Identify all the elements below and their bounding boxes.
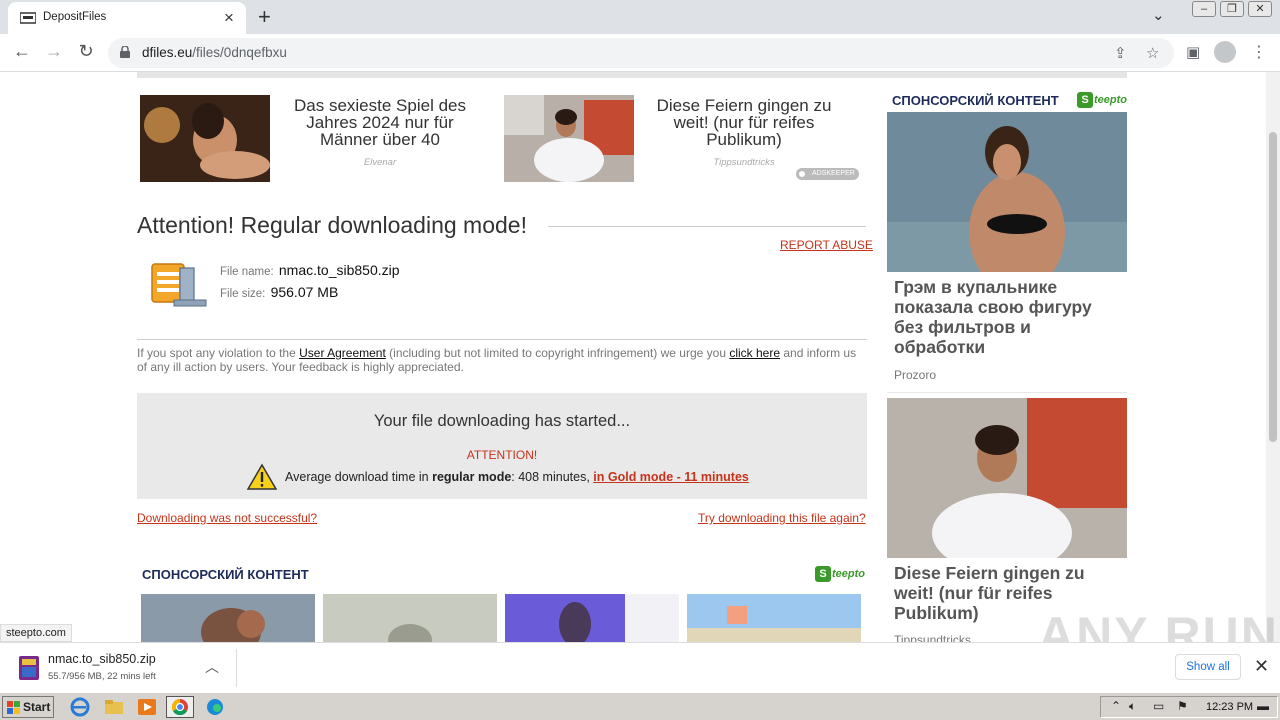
browser-toolbar: ← → ↻ dfiles.eu/files/0dnqefbxu ⇪ ☆ ▣ ⋮: [0, 34, 1280, 72]
warning-icon: [247, 463, 277, 490]
clock[interactable]: 12:23 PM: [1206, 701, 1253, 713]
window-close-icon[interactable]: ✕: [1248, 1, 1272, 17]
right-card-source-1: Prozoro: [894, 368, 937, 382]
download-status-box: Your file downloading has started... ATT…: [137, 393, 867, 499]
address-bar[interactable]: dfiles.eu/files/0dnqefbxu ⇪ ☆: [108, 38, 1174, 68]
right-card-source-2: Tippsundtricks: [894, 633, 971, 642]
sponsor-thumb-3[interactable]: [505, 594, 679, 642]
gold-mode-link[interactable]: in Gold mode - 11 minutes: [593, 470, 749, 484]
tab-title: DepositFiles: [43, 11, 107, 23]
windows-logo-icon: [7, 701, 20, 714]
separator: [137, 339, 867, 340]
shelf-divider: [236, 649, 237, 687]
right-steepto-logo[interactable]: Steepto: [1077, 92, 1127, 108]
chevron-up-icon[interactable]: ︿: [205, 657, 219, 677]
ad-image-2[interactable]: [504, 95, 634, 182]
shelf-close-icon[interactable]: ✕: [1254, 656, 1269, 677]
forward-arrow-icon[interactable]: →: [42, 41, 66, 62]
ad-source-2: Tippsundtricks: [713, 157, 775, 168]
page-viewport: Das sexieste Spiel des Jahres 2024 nur f…: [0, 72, 1266, 642]
page-scrollbar[interactable]: [1266, 72, 1280, 642]
file-size-row: File size: 956.07 MB: [220, 284, 339, 300]
restore-icon[interactable]: ❐: [1220, 1, 1244, 17]
click-here-link[interactable]: click here: [729, 346, 780, 360]
download-started-text: Your file downloading has started...: [373, 412, 631, 430]
depositfiles-favicon-icon: [20, 12, 36, 24]
card-divider: [887, 392, 1127, 393]
page-title: Attention! Regular downloading mode!: [137, 212, 527, 238]
status-url-bubble: steepto.com: [0, 624, 72, 642]
menu-dots-icon[interactable]: ⋮: [1251, 42, 1267, 62]
steepto-logo-icon: S: [815, 566, 831, 582]
right-sponsor-card-1[interactable]: Грэм в купальнике показала свою фигуру б…: [887, 112, 1127, 393]
scrollbar-thumb[interactable]: [1269, 132, 1277, 442]
right-card-title-1[interactable]: Грэм в купальнике показала свою фигуру б…: [894, 277, 1119, 357]
flag-icon[interactable]: ⚑: [1177, 699, 1188, 713]
start-button[interactable]: Start: [2, 696, 54, 718]
ad-image-1[interactable]: [140, 95, 270, 182]
taskbar: Start ⌃ 🔈︎ ▭ ⚑ ▬ 12:23 PM: [0, 692, 1280, 720]
show-all-button[interactable]: Show all: [1175, 654, 1241, 680]
volume-icon[interactable]: 🔈︎: [1129, 699, 1136, 714]
edge-icon[interactable]: [205, 697, 225, 717]
right-card-image-1[interactable]: [887, 112, 1127, 272]
download-file-name[interactable]: nmac.to_sib850.zip: [48, 652, 156, 666]
steepto-logo-icon: S: [1077, 92, 1093, 108]
average-time-line: Average download time in regular mode: 4…: [247, 463, 767, 491]
bookmark-star-icon[interactable]: ☆: [1146, 44, 1159, 62]
url-text: dfiles.eu/files/0dnqefbxu: [142, 45, 287, 60]
archive-file-icon: [19, 656, 39, 680]
minimize-icon[interactable]: –: [1192, 1, 1216, 17]
file-name: nmac.to_sib850.zip: [278, 262, 400, 278]
right-sponsor-heading: СПОНСОРСКИЙ КОНТЕНТ: [892, 93, 1059, 108]
sponsor-thumb-1[interactable]: [141, 594, 315, 642]
ad-text-2[interactable]: Diese Feiern gingen zu weit! (nur für re…: [644, 97, 844, 148]
chrome-taskbar-button[interactable]: [166, 696, 194, 718]
file-name-row: File name: nmac.to_sib850.zip: [220, 262, 400, 278]
steepto-logo[interactable]: Steepto: [815, 566, 865, 582]
sponsor-thumb-2[interactable]: [323, 594, 497, 642]
not-successful-link[interactable]: Downloading was not successful?: [137, 511, 317, 525]
chrome-icon: [171, 698, 188, 716]
internet-explorer-icon[interactable]: [70, 697, 90, 717]
share-icon[interactable]: ⇪: [1114, 44, 1127, 62]
new-tab-icon[interactable]: +: [258, 4, 271, 30]
ad-text-1[interactable]: Das sexieste Spiel des Jahres 2024 nur f…: [280, 97, 480, 148]
media-player-icon[interactable]: [137, 697, 157, 717]
tray-arrow-icon[interactable]: ⌃: [1111, 699, 1121, 713]
right-card-image-2[interactable]: [887, 398, 1127, 558]
profile-avatar-icon[interactable]: [1214, 41, 1236, 63]
ad-source-1: Elvenar: [363, 157, 397, 168]
report-abuse-link[interactable]: REPORT ABUSE: [780, 238, 873, 252]
file-size: 956.07 MB: [270, 284, 339, 300]
download-progress-text: 55.7/956 MB, 22 mins left: [48, 671, 156, 682]
sponsor-thumb-4[interactable]: [687, 594, 861, 642]
attention-label: ATTENTION!: [466, 448, 538, 462]
violation-notice: If you spot any violation to the User Ag…: [137, 346, 857, 374]
try-again-link[interactable]: Try downloading this file again?: [698, 511, 866, 525]
tab-close-icon[interactable]: ×: [220, 8, 238, 28]
tab-search-chevron-icon[interactable]: ⌄: [1152, 6, 1165, 24]
network-icon[interactable]: ▭: [1153, 699, 1164, 713]
tab-depositfiles[interactable]: DepositFiles ×: [8, 2, 246, 34]
file-explorer-icon[interactable]: [104, 697, 124, 717]
lock-icon: [120, 46, 130, 58]
back-arrow-icon[interactable]: ←: [10, 41, 34, 62]
title-divider: [548, 226, 866, 227]
side-panel-icon[interactable]: ▣: [1186, 43, 1200, 61]
user-agreement-link[interactable]: User Agreement: [299, 346, 386, 360]
reload-icon[interactable]: ↻: [74, 41, 98, 62]
tab-strip: DepositFiles × + ⌄ – ❐ ✕: [0, 0, 1280, 34]
adskeeper-badge[interactable]: ADSKEEPER: [796, 168, 859, 180]
top-gray-bar: [137, 72, 1127, 78]
download-shelf: nmac.to_sib850.zip 55.7/956 MB, 22 mins …: [0, 642, 1280, 692]
show-desktop-icon[interactable]: ▬: [1257, 699, 1269, 713]
zip-archive-icon: [151, 263, 207, 307]
window-controls: – ❐ ✕: [1192, 1, 1272, 17]
sponsor-heading: СПОНСОРСКИЙ КОНТЕНТ: [142, 567, 309, 582]
adskeeper-logo-icon: [797, 169, 807, 179]
